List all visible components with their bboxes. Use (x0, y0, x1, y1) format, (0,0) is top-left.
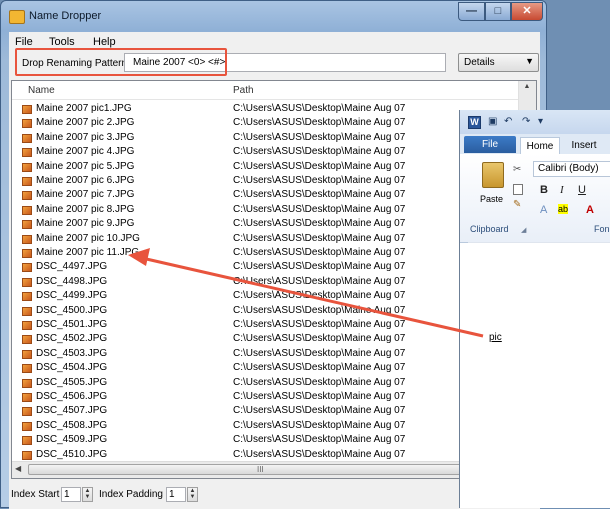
annotation-arrow (128, 248, 484, 338)
arrow-head (128, 248, 150, 266)
arrow-line (141, 256, 484, 338)
